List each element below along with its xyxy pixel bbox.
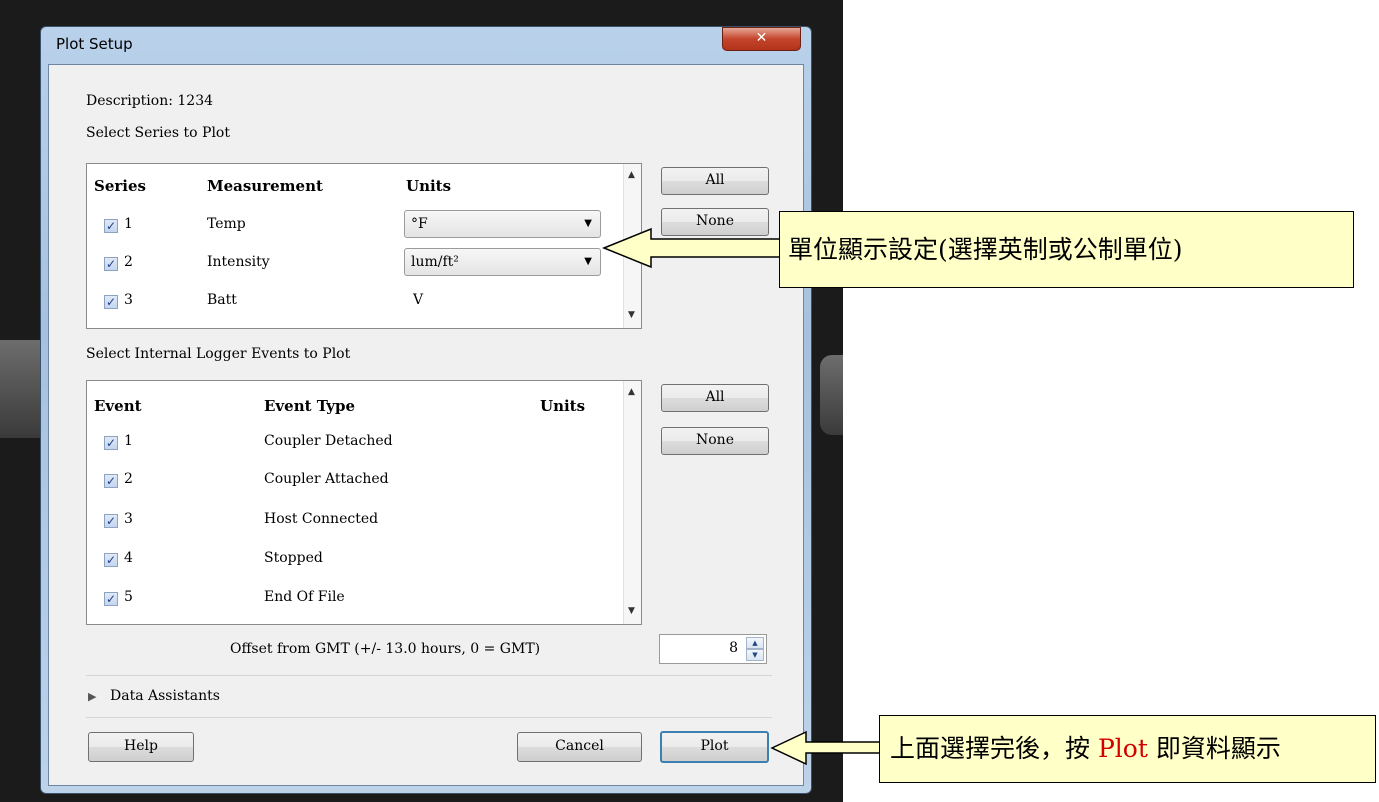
arrow-plot-callout-icon xyxy=(770,730,881,766)
arrow-units-callout-icon xyxy=(601,227,781,269)
plot-callout-suffix: 即資料顯示 xyxy=(1147,734,1281,763)
plot-callout-prefix: 上面選擇完後，按 xyxy=(890,734,1098,763)
units-callout: 單位顯示設定(選擇英制或公制單位) xyxy=(779,211,1354,288)
callout-arrows xyxy=(601,227,881,766)
plot-callout: 上面選擇完後，按 Plot 即資料顯示 xyxy=(879,715,1376,783)
plot-callout-highlight: Plot xyxy=(1097,734,1148,763)
